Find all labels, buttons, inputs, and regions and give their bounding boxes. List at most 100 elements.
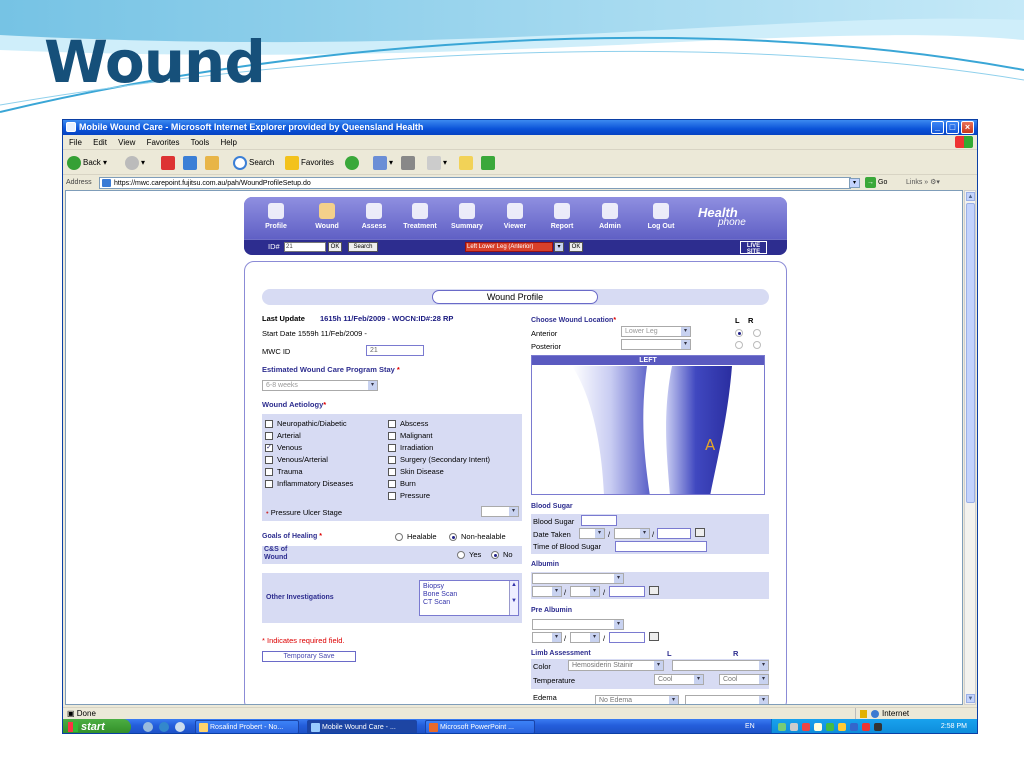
color-R-select[interactable]: ▾ <box>672 660 769 671</box>
nav-logout[interactable]: Log Out <box>641 203 681 230</box>
aetiology-checkbox[interactable] <box>265 432 273 440</box>
history-button[interactable] <box>345 155 361 171</box>
menu-help[interactable]: Help <box>221 138 237 147</box>
back-button[interactable]: Back ▾ <box>67 155 107 171</box>
goal-healable-radio[interactable] <box>395 533 403 541</box>
menu-favorites[interactable]: Favorites <box>147 138 180 147</box>
pre-albumin-day-select[interactable]: ▾ <box>532 632 562 643</box>
location-ok-button[interactable]: OK <box>569 242 583 252</box>
nav-assess[interactable]: Assess <box>354 203 394 230</box>
start-button[interactable]: start <box>63 719 131 733</box>
aetiology-checkbox[interactable] <box>388 420 396 428</box>
calendar-icon[interactable] <box>649 586 659 595</box>
wound-location-dropdown[interactable]: ▾ <box>554 242 564 252</box>
folder-button[interactable] <box>459 155 475 171</box>
calendar-icon[interactable] <box>649 632 659 641</box>
tray-icon[interactable] <box>862 723 870 731</box>
menu-file[interactable]: File <box>69 138 82 147</box>
stop-button[interactable] <box>161 155 177 171</box>
tray-icon[interactable] <box>802 723 810 731</box>
posterior-select[interactable]: ▾ <box>621 339 691 350</box>
nav-viewer[interactable]: Viewer <box>495 203 535 230</box>
nav-report[interactable]: Report <box>542 203 582 230</box>
blood-sugar-input[interactable] <box>581 515 617 526</box>
stay-select[interactable]: 6-8 weeks ▾ <box>262 380 378 391</box>
search-button[interactable]: Search <box>233 155 274 171</box>
albumin-day-select[interactable]: ▾ <box>532 586 562 597</box>
aetiology-checkbox[interactable] <box>388 456 396 464</box>
address-input[interactable]: https://mwc.carepoint.fujitsu.com.au/pah… <box>99 177 851 189</box>
bs-year-input[interactable] <box>657 528 691 539</box>
go-button[interactable]: → Go <box>865 177 887 189</box>
albumin-year-input[interactable] <box>609 586 645 597</box>
edema-L-select[interactable]: No Edema ▾ <box>595 695 679 704</box>
pressure-ulcer-select[interactable]: ▾ <box>481 506 519 517</box>
pre-albumin-month-select[interactable]: ▾ <box>570 632 600 643</box>
posterior-R-radio[interactable] <box>753 341 761 349</box>
anterior-L-radio[interactable] <box>735 329 743 337</box>
edema-R-select[interactable]: ▾ <box>685 695 769 704</box>
close-button[interactable]: × <box>961 121 974 134</box>
nav-wound[interactable]: Wound <box>307 203 347 245</box>
scroll-up-arrow-icon[interactable]: ▲ <box>966 192 975 201</box>
inv-item[interactable]: Bone Scan <box>423 591 515 599</box>
aetiology-checkbox[interactable] <box>388 492 396 500</box>
anterior-select[interactable]: Lower Leg ▾ <box>621 326 691 337</box>
tray-icon[interactable] <box>838 723 846 731</box>
ie-quicklaunch-icon[interactable] <box>159 722 169 732</box>
task-notes[interactable]: Rosalind Probert - No... <box>195 720 299 733</box>
language-indicator[interactable]: EN <box>745 719 755 733</box>
albumin-select[interactable]: ▾ <box>532 573 624 584</box>
mwc-id-input[interactable]: 21 <box>366 345 424 356</box>
pre-albumin-year-input[interactable] <box>609 632 645 643</box>
edit-button[interactable]: ▾ <box>427 155 447 171</box>
maximize-button[interactable]: □ <box>946 121 959 134</box>
menu-tools[interactable]: Tools <box>191 138 210 147</box>
id-input[interactable]: 21 <box>284 242 326 252</box>
aetiology-checkbox[interactable]: ✓ <box>265 444 273 452</box>
mail-button[interactable]: ▾ <box>373 155 393 171</box>
search-id-button[interactable]: Search <box>348 242 378 252</box>
aetiology-checkbox[interactable] <box>388 468 396 476</box>
aetiology-checkbox[interactable] <box>265 420 273 428</box>
desktop-icon[interactable] <box>175 722 185 732</box>
task-mobile-wound-care[interactable]: Mobile Wound Care - ... <box>307 720 417 733</box>
listbox-scrollbar[interactable]: ▲ ▼ <box>509 581 518 615</box>
cs-yes-radio[interactable] <box>457 551 465 559</box>
leg-diagram-image[interactable]: LEFT A <box>531 355 765 495</box>
bs-month-select[interactable]: ▾ <box>614 528 650 539</box>
address-dropdown-button[interactable]: ▾ <box>849 178 860 188</box>
home-button[interactable] <box>205 155 221 171</box>
nav-summary[interactable]: Summary <box>447 203 487 230</box>
menu-view[interactable]: View <box>118 138 135 147</box>
tray-icon[interactable] <box>790 723 798 731</box>
nav-admin[interactable]: Admin <box>590 203 630 230</box>
aetiology-checkbox[interactable] <box>388 444 396 452</box>
aetiology-checkbox[interactable] <box>388 432 396 440</box>
refresh-button[interactable] <box>183 155 199 171</box>
menu-edit[interactable]: Edit <box>93 138 107 147</box>
nav-treatment[interactable]: Treatment <box>400 203 440 230</box>
scroll-thumb[interactable] <box>966 203 975 503</box>
forward-button[interactable]: ▾ <box>125 155 145 171</box>
tray-icon[interactable] <box>826 723 834 731</box>
scroll-down-arrow-icon[interactable]: ▼ <box>966 694 975 703</box>
albumin-month-select[interactable]: ▾ <box>570 586 600 597</box>
tray-icon[interactable] <box>874 723 882 731</box>
anterior-R-radio[interactable] <box>753 329 761 337</box>
inv-item[interactable]: Biopsy <box>423 583 515 591</box>
task-powerpoint[interactable]: Microsoft PowerPoint ... <box>425 720 535 733</box>
color-L-select[interactable]: Hemosiderin Stainir ▾ <box>568 660 664 671</box>
links-menu[interactable]: Links » ⚙▾ <box>906 176 940 190</box>
temperature-L-select[interactable]: Cool ▾ <box>654 674 704 685</box>
goal-nonhealable-radio[interactable] <box>449 533 457 541</box>
tray-icon[interactable] <box>814 723 822 731</box>
aetiology-checkbox[interactable] <box>265 480 273 488</box>
page-scrollbar[interactable]: ▲ ▼ <box>964 190 976 705</box>
temperature-R-select[interactable]: Cool ▾ <box>719 674 769 685</box>
tray-icon[interactable] <box>850 723 858 731</box>
minimize-button[interactable]: _ <box>931 121 944 134</box>
inv-item[interactable]: CT Scan <box>423 599 515 607</box>
pre-albumin-select[interactable]: ▾ <box>532 619 624 630</box>
quicklaunch-icon[interactable] <box>143 722 153 732</box>
